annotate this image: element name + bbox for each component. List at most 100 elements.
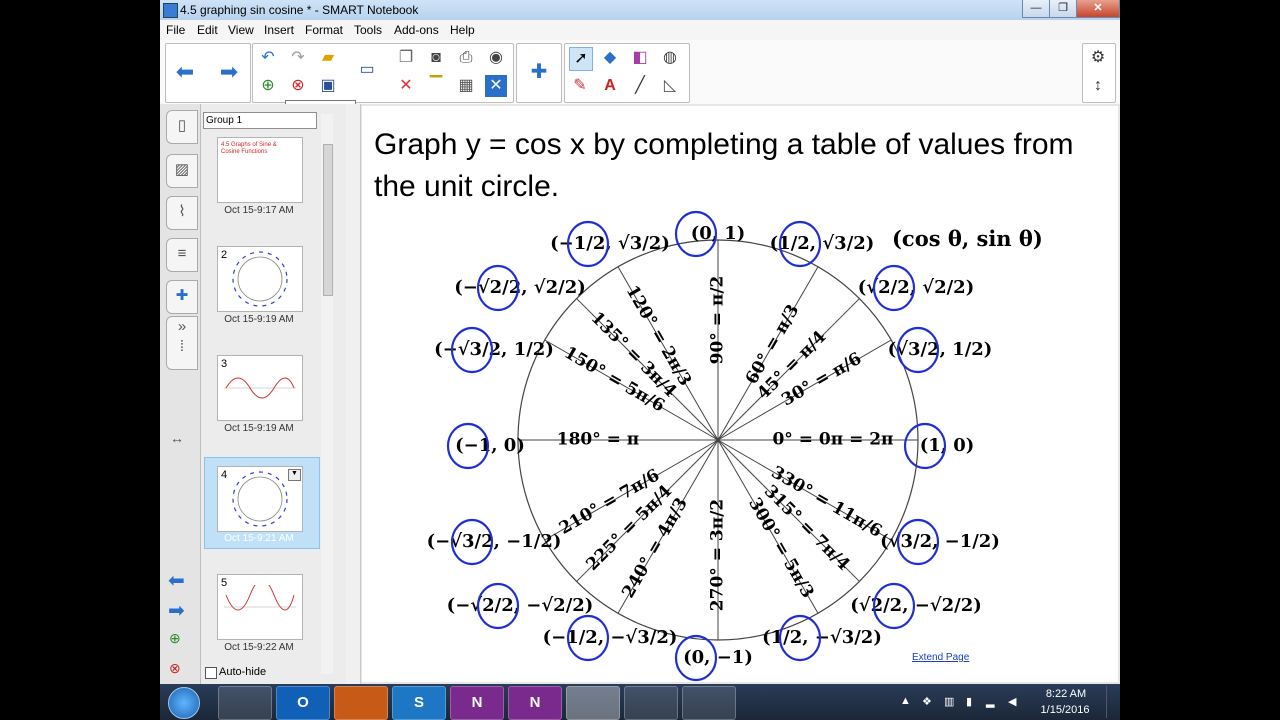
menu-format[interactable]: Format [305, 23, 343, 37]
next-page-icon[interactable]: ➡ [218, 61, 240, 83]
text-icon[interactable]: A [599, 75, 621, 97]
page-sorter-icon: ▯ [177, 117, 187, 134]
tray-network-icon[interactable]: ▥ [944, 695, 954, 708]
thumb-date-5: Oct 15-9:22 AM [224, 642, 294, 653]
properties-icon: ≡ [177, 245, 187, 262]
start-button[interactable] [168, 687, 200, 719]
point-label-0: (1, 0) [920, 435, 975, 456]
shapes-icon[interactable]: ◆ [599, 47, 621, 69]
taskbar-outlook[interactable]: O [276, 686, 330, 720]
taskbar-explorer[interactable] [218, 686, 272, 720]
paste-icon[interactable]: ❐ [395, 47, 417, 69]
taskbar-skype[interactable]: S [392, 686, 446, 720]
sorter-next-page-icon[interactable]: ➡ [168, 598, 185, 623]
minimize-button[interactable]: — [1022, 0, 1050, 18]
taskbar-smart-notebook[interactable] [566, 686, 620, 720]
table-icon[interactable]: ▦ [455, 75, 477, 97]
delete-page-icon[interactable]: ⊗ [287, 75, 309, 97]
redo-icon[interactable]: ↷ [287, 47, 309, 69]
page-thumb-3[interactable]: 3 [217, 355, 303, 421]
sorter-add-page-icon[interactable]: ⊕ [169, 630, 181, 647]
page-thumb-1[interactable]: 4.5 Graphs of Sine & Cosine Functions [217, 137, 303, 203]
taskbar-onenote-2[interactable]: N [508, 686, 562, 720]
open-folder-icon[interactable]: ▰ [317, 47, 339, 69]
page-thumb-4[interactable]: 4 ▼ [217, 466, 303, 532]
line-icon[interactable]: ╱ [629, 75, 651, 97]
show-desktop-button[interactable] [1106, 686, 1119, 718]
addons-tab[interactable]: ✚ [166, 280, 198, 314]
gear-icon[interactable]: ⚙ [1087, 47, 1109, 69]
display-screen-icon[interactable]: ▭ [356, 59, 378, 81]
thumb-menu-arrow-icon[interactable]: ▼ [288, 469, 301, 481]
taskbar-firefox[interactable] [334, 686, 388, 720]
menu-edit[interactable]: Edit [197, 23, 218, 37]
tools-group: ➚ ◆ ◧ ◍ ✎ A ╱ ◺ [564, 43, 690, 103]
menu-insert[interactable]: Insert [264, 23, 294, 37]
menu-tools[interactable]: Tools [354, 23, 382, 37]
tray-expand-icon[interactable]: ▲ [900, 695, 911, 707]
attachments-tab[interactable]: ⌇ [166, 196, 198, 230]
taskbar-app-8[interactable] [624, 686, 678, 720]
add-page-icon[interactable]: ⊕ [257, 75, 279, 97]
thumb-2-circle [232, 251, 288, 307]
move-toolbar-icon[interactable]: ↕ [1087, 75, 1109, 97]
taskbar-app-9[interactable] [682, 686, 736, 720]
gallery-tab[interactable]: ▨ [166, 154, 198, 188]
resize-arrows-icon[interactable]: ↔ [170, 430, 184, 446]
pens-icon[interactable]: ✎ [569, 75, 591, 97]
collapse-tab[interactable]: » ⁞ [166, 316, 198, 370]
menu-file[interactable]: File [166, 23, 185, 37]
angle-label-180: 180° = π [557, 430, 640, 450]
menu-bar: File Edit View Insert Format Tools Add-o… [160, 20, 1120, 41]
sorter-prev-page-icon[interactable]: ⬅ [168, 568, 185, 593]
page-thumb-5[interactable]: 5 [217, 574, 303, 640]
properties-tab[interactable]: ≡ [166, 238, 198, 272]
select-pointer-icon[interactable]: ➚ [569, 47, 593, 71]
autohide-checkbox[interactable] [205, 667, 217, 679]
magic-pen-icon[interactable]: ◺ [659, 75, 681, 97]
menu-view[interactable]: View [228, 23, 254, 37]
tray-volume-icon[interactable]: ◀ [1008, 695, 1016, 708]
document-camera-icon[interactable]: ⎙ [455, 47, 477, 69]
previous-page-icon[interactable]: ⬅ [174, 61, 196, 83]
tray-signal-icon[interactable]: ▂ [986, 695, 994, 708]
sorter-scroll-thumb[interactable] [323, 144, 333, 296]
save-icon[interactable]: ▣ [317, 75, 339, 97]
coordinate-legend: (cos θ, sin θ) [892, 226, 1043, 251]
full-screen-icon[interactable]: ✕ [485, 75, 507, 97]
settings-group: ⚙ ↕ [1082, 43, 1116, 103]
page-sorter-tab[interactable]: ▯ [166, 110, 198, 144]
page-sorter: Group 1 4.5 Graphs of Sine & Cosine Func… [201, 104, 347, 684]
addon-puzzle-icon[interactable]: ✚ [528, 61, 550, 83]
eraser-icon[interactable]: ◧ [629, 47, 651, 69]
screen-capture-icon[interactable]: ◙ [425, 47, 447, 69]
point-label-90: (0, 1) [691, 223, 746, 244]
page-scrollbar[interactable] [346, 104, 361, 684]
fill-icon[interactable]: ◍ [659, 47, 681, 69]
title-bar[interactable]: 4.5 graphing sin cosine * - SMART Notebo… [160, 0, 1120, 20]
group-dropdown[interactable]: Group 1 [203, 112, 317, 129]
unit-circle-diagram: 0° = 0π = 2π30° = π/645° = π/460° = π/39… [427, 210, 1043, 682]
menu-addons[interactable]: Add-ons [394, 23, 439, 37]
notebook-page[interactable]: Graph y = cos x by completing a table of… [362, 106, 1118, 682]
screen-shade-icon[interactable]: ◉ [485, 47, 507, 69]
page-thumb-2[interactable]: 2 [217, 246, 303, 312]
smart-notebook-window: 4.5 graphing sin cosine * - SMART Notebo… [160, 0, 1120, 684]
taskbar-onenote[interactable]: N [450, 686, 504, 720]
extend-page-link[interactable]: Extend Page [912, 652, 969, 663]
tray-dropbox-icon[interactable]: ❖ [922, 695, 932, 708]
screen-shade-icon-2[interactable]: ▔ [425, 75, 447, 97]
sorter-delete-page-icon[interactable]: ⊗ [169, 660, 181, 677]
maximize-button[interactable]: ❐ [1049, 0, 1077, 18]
undo-icon[interactable]: ↶ [257, 47, 279, 69]
clock-time[interactable]: 8:22 AM [1040, 688, 1092, 700]
point-label-210: (−√3/2, −1/2) [427, 531, 562, 552]
clock-date[interactable]: 1/15/2016 [1034, 704, 1096, 716]
side-tabs: ▯ ▨ ⌇ ≡ ✚ » ⁞ ↔ ⬅ ➡ ⊕ ⊗ [160, 104, 201, 684]
close-button[interactable]: ✕ [1076, 0, 1120, 18]
point-label-270: (0, −1) [683, 647, 753, 668]
delete-icon[interactable]: ✕ [395, 75, 417, 97]
tray-battery-icon[interactable]: ▮ [966, 695, 972, 708]
edit-group: ↶ ↷ ▰ ⊕ ⊗ ▣ ▭ ❐ ◙ ⎙ ◉ ✕ ▔ ▦ ✕ [252, 43, 514, 103]
menu-help[interactable]: Help [450, 23, 475, 37]
